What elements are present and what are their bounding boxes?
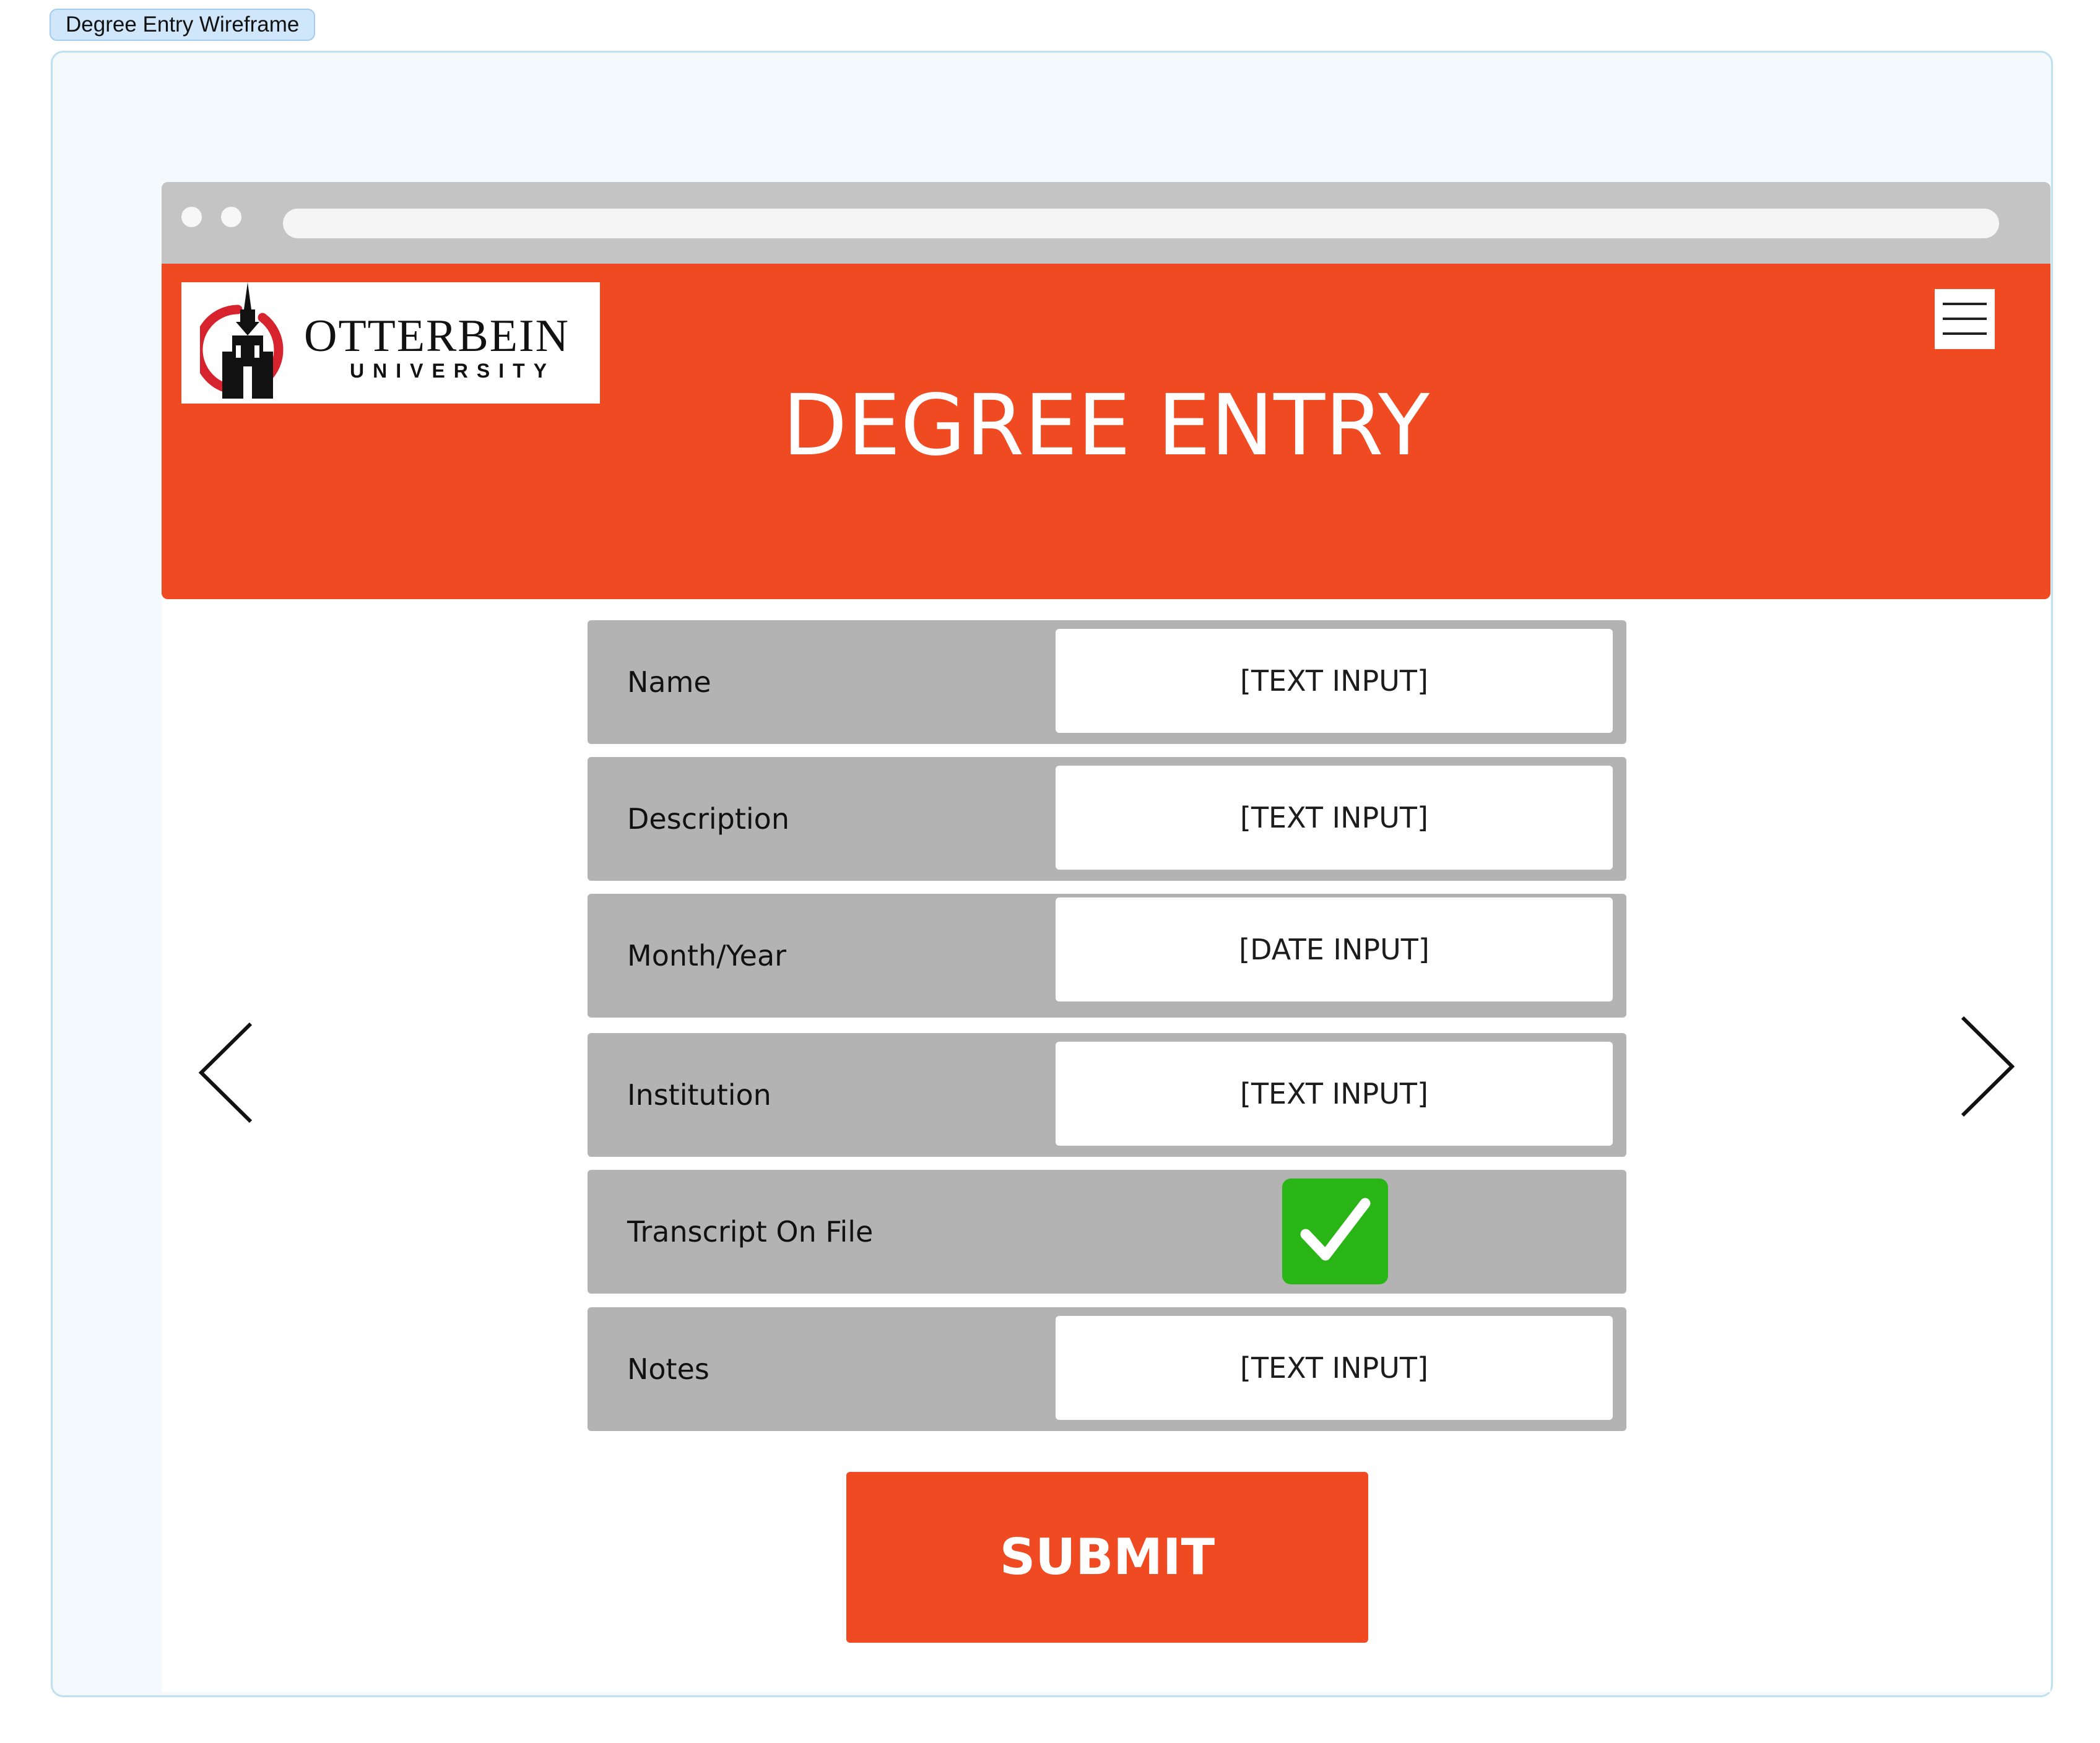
browser-chrome xyxy=(162,182,2050,264)
submit-button[interactable]: SUBMIT xyxy=(846,1472,1368,1643)
menu-line xyxy=(1943,318,1987,320)
field-label: Description xyxy=(627,802,789,836)
menu-line xyxy=(1943,303,1987,305)
browser-window: OTTERBEIN UNIVERSITY DEGREE ENTRY Name [… xyxy=(162,182,2050,1692)
hamburger-menu-icon[interactable] xyxy=(1935,289,1995,349)
logo-wordmark: OTTERBEIN xyxy=(304,311,570,361)
field-label: Name xyxy=(627,665,711,699)
chevron-left-icon[interactable] xyxy=(196,1020,254,1125)
menu-line xyxy=(1943,332,1987,335)
month-year-date-input[interactable]: [DATE INPUT] xyxy=(1056,897,1613,1001)
transcript-on-file-checkbox[interactable] xyxy=(1282,1179,1388,1284)
form-row-month-year: Month/Year [DATE INPUT] xyxy=(588,894,1626,1018)
form-row-transcript: Transcript On File xyxy=(588,1170,1626,1294)
institution-input[interactable]: [TEXT INPUT] xyxy=(1056,1042,1613,1146)
form-row-description: Description [TEXT INPUT] xyxy=(588,757,1626,881)
address-bar[interactable] xyxy=(283,209,1999,238)
name-input[interactable]: [TEXT INPUT] xyxy=(1056,629,1613,733)
field-label: Notes xyxy=(627,1352,709,1386)
window-dot-icon xyxy=(221,207,241,227)
description-input[interactable]: [TEXT INPUT] xyxy=(1056,766,1613,870)
chevron-right-icon[interactable] xyxy=(1959,1014,2017,1119)
window-dot-icon xyxy=(181,207,202,227)
field-label: Month/Year xyxy=(627,939,787,972)
form-row-institution: Institution [TEXT INPUT] xyxy=(588,1033,1626,1157)
field-label: Transcript On File xyxy=(627,1215,874,1248)
wireframe-tag: Degree Entry Wireframe xyxy=(50,9,316,41)
notes-input[interactable]: [TEXT INPUT] xyxy=(1056,1316,1613,1420)
form-row-name: Name [TEXT INPUT] xyxy=(588,620,1626,744)
checkmark-icon xyxy=(1300,1198,1371,1261)
form-row-notes: Notes [TEXT INPUT] xyxy=(588,1307,1626,1431)
page-title: DEGREE ENTRY xyxy=(782,377,1430,475)
field-label: Institution xyxy=(627,1078,771,1112)
wireframe-frame: OTTERBEIN UNIVERSITY DEGREE ENTRY Name [… xyxy=(51,51,2053,1697)
page-header: OTTERBEIN UNIVERSITY DEGREE ENTRY xyxy=(162,264,2050,599)
